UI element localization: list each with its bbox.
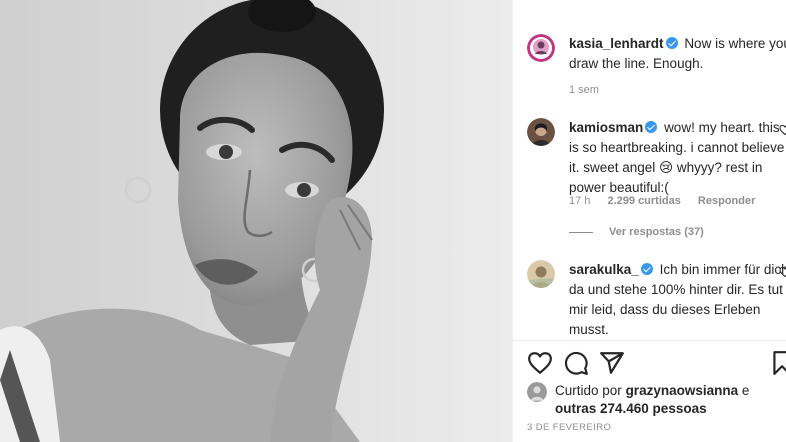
comment-icon (564, 351, 588, 375)
comment-time: 17 h (569, 195, 591, 207)
avatar[interactable] (527, 260, 555, 288)
replies-line-divider (569, 231, 593, 233)
post-photo[interactable] (0, 0, 512, 442)
share-button[interactable] (599, 350, 625, 376)
comment-text: sarakulka_ Ich bin immer für dich da und… (569, 260, 786, 340)
actions-divider (513, 340, 786, 341)
view-replies-button[interactable]: Ver respostas (37) (569, 226, 704, 238)
liker-avatar[interactable] (527, 382, 547, 402)
verified-badge-icon (640, 263, 653, 275)
comment-like-heart-icon[interactable] (779, 124, 786, 136)
liked-by-username[interactable]: grazynaowsianna (626, 383, 739, 398)
comment-likes[interactable]: 2.299 curtidas (607, 195, 680, 207)
bookmark-icon (773, 351, 786, 375)
post-date[interactable]: 3 DE FEVEREIRO (527, 422, 611, 433)
caption-username[interactable]: kasia_lenhardt (569, 36, 664, 51)
action-bar (527, 350, 786, 376)
avatar[interactable] (527, 118, 555, 146)
avatar[interactable] (527, 34, 555, 62)
reply-button[interactable]: Responder (698, 195, 755, 207)
caption-time: 1 sem (569, 84, 599, 96)
liked-by-section: Curtido por grazynaowsianna e outras 274… (527, 382, 786, 416)
portrait-photo (0, 0, 512, 442)
heart-icon (528, 352, 552, 374)
verified-badge-icon (645, 121, 658, 133)
comment-text: kamiosman wow! my heart. this is so hear… (569, 118, 786, 198)
post-sidebar: kasia_lenhardt Now is where you draw the… (512, 0, 786, 442)
comment-meta: 17 h 2.299 curtidas Responder (569, 195, 769, 207)
like-button[interactable] (527, 350, 553, 376)
comment-like-heart-icon[interactable] (779, 266, 786, 278)
liked-by-text: Curtido por grazynaowsianna e outras 274… (555, 382, 785, 418)
comment-username[interactable]: sarakulka_ (569, 262, 639, 277)
liked-by-connector: e (741, 383, 750, 398)
instagram-post: kasia_lenhardt Now is where you draw the… (0, 0, 786, 442)
share-icon (600, 352, 624, 374)
liked-by-others[interactable]: outras 274.460 pessoas (555, 401, 707, 416)
comment-username[interactable]: kamiosman (569, 120, 643, 135)
save-button[interactable] (769, 350, 786, 376)
liked-by-prefix: Curtido por (555, 383, 622, 398)
verified-badge-icon (665, 37, 678, 49)
view-replies-label: Ver respostas (37) (609, 226, 704, 238)
caption-text: kasia_lenhardt Now is where you draw the… (569, 34, 786, 74)
caption-meta: 1 sem (569, 84, 613, 96)
comment-button[interactable] (563, 350, 589, 376)
